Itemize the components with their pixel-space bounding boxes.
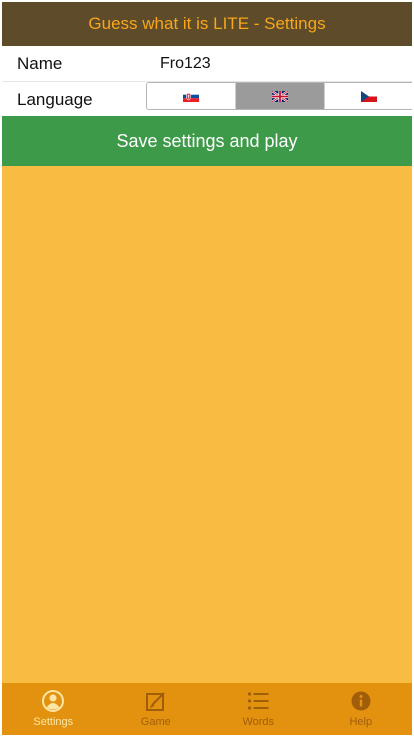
bottom-navbar: Settings Game Words Help (2, 683, 412, 735)
slovak-flag-icon (183, 90, 199, 102)
nav-label-settings: Settings (33, 716, 74, 728)
czech-flag-icon (361, 90, 377, 102)
page-title: Guess what it is LITE - Settings (88, 14, 326, 33)
language-row: Language (2, 82, 412, 116)
name-input[interactable] (160, 52, 400, 76)
settings-form: Name Language (2, 46, 412, 116)
nav-label-help: Help (349, 716, 373, 728)
nav-item-words[interactable]: Words (207, 683, 310, 735)
language-option-cz[interactable] (325, 83, 412, 109)
name-row: Name (2, 46, 412, 82)
nav-label-game: Game (140, 716, 171, 728)
edit-icon (145, 692, 165, 711)
nav-label-words: Words (242, 716, 275, 728)
content-area (2, 166, 412, 683)
info-icon (351, 691, 371, 711)
uk-flag-icon (272, 90, 288, 102)
app-screen: Guess what it is LITE - Settings Name La… (2, 2, 412, 735)
header-bar: Guess what it is LITE - Settings (2, 2, 412, 46)
name-label: Name (17, 54, 63, 73)
language-label: Language (17, 90, 93, 109)
user-circle-icon (42, 690, 65, 712)
list-icon (248, 692, 269, 710)
language-selector (146, 82, 412, 110)
language-option-en[interactable] (236, 83, 325, 109)
nav-item-settings[interactable]: Settings (2, 683, 105, 735)
save-settings-button[interactable]: Save settings and play (2, 116, 412, 166)
nav-item-help[interactable]: Help (310, 683, 413, 735)
nav-item-game[interactable]: Game (105, 683, 208, 735)
language-option-sk[interactable] (147, 83, 236, 109)
